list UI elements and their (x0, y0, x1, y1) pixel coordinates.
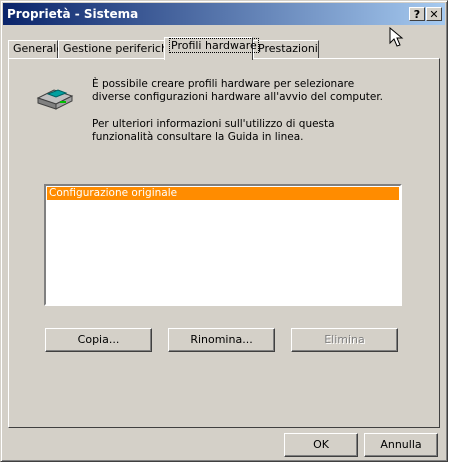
copy-button[interactable]: Copia... (45, 328, 152, 352)
hardware-profile-icon (36, 89, 74, 110)
delete-button[interactable]: Elimina (291, 328, 398, 352)
tab-gestione-periferiche[interactable]: Gestione periferiche (58, 40, 175, 59)
help-button[interactable]: ? (409, 7, 425, 21)
ok-button[interactable]: OK (284, 433, 358, 457)
tab-profili-hardware[interactable]: Profili hardware (164, 37, 259, 60)
profiles-listbox[interactable]: Configurazione originale (44, 184, 402, 306)
mouse-cursor-icon (389, 27, 404, 47)
tab-generale[interactable]: Generale (8, 40, 63, 59)
close-button[interactable]: ✕ (426, 7, 442, 21)
cancel-button[interactable]: Annulla (364, 433, 438, 457)
tab-prestazioni[interactable]: Prestazioni (253, 40, 319, 59)
window-title: Proprietà - Sistema (7, 7, 139, 21)
help-info-text: Per ulteriori informazioni sull'utilizzo… (92, 118, 335, 143)
description-text: È possibile creare profili hardware per … (92, 78, 384, 103)
profile-item-configurazione-originale[interactable]: Configurazione originale (47, 187, 399, 200)
title-bar[interactable]: Proprietà - Sistema ? ✕ (3, 3, 445, 25)
rename-button[interactable]: Rinomina... (168, 328, 275, 352)
